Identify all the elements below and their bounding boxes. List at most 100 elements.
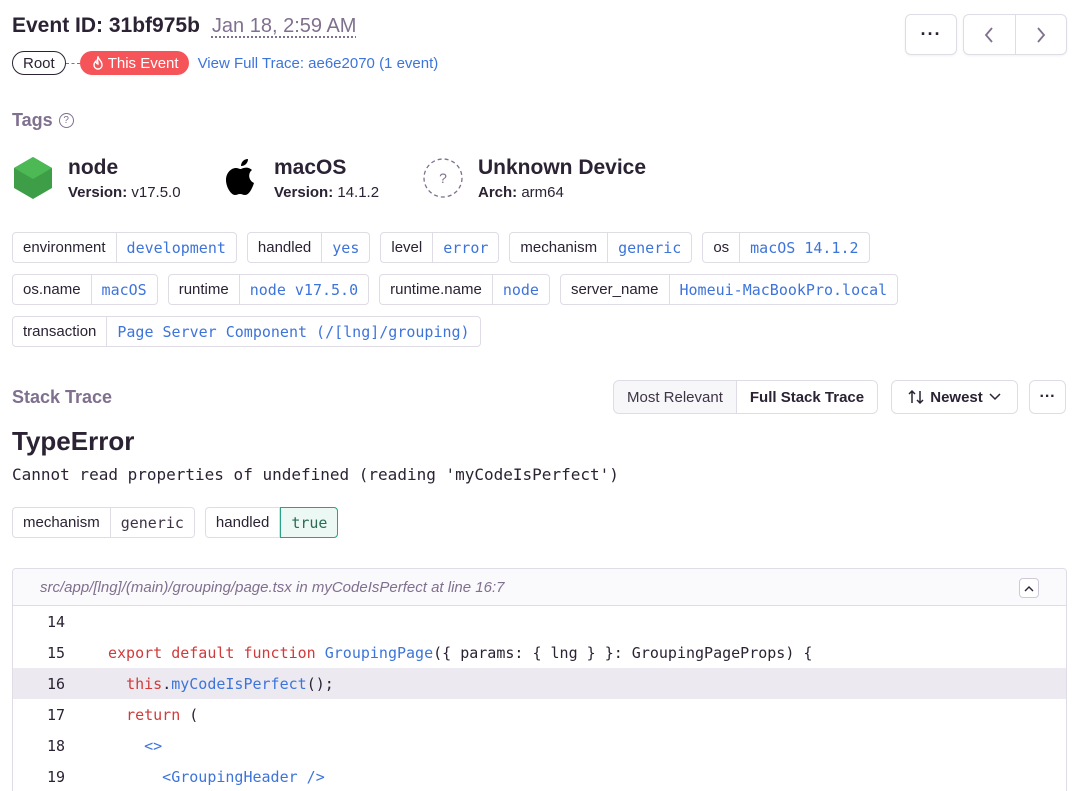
tag-server-name[interactable]: server_name Homeui-MacBookPro.local bbox=[559, 274, 899, 305]
event-nav bbox=[963, 14, 1067, 55]
tag-value: generic bbox=[120, 513, 184, 532]
context-os-sub-val: 14.1.2 bbox=[337, 183, 380, 201]
handled-tag[interactable]: handled true bbox=[204, 507, 339, 538]
stack-view-toggle: Most Relevant Full Stack Trace bbox=[613, 380, 879, 414]
tag-handled[interactable]: handled yes bbox=[246, 232, 371, 263]
code-line: 16 this. myCodeIsPerfect (); bbox=[13, 668, 1066, 699]
code-line: 17 return ( bbox=[13, 699, 1066, 730]
error-type: TypeError bbox=[12, 426, 135, 456]
tags-title-text: Tags bbox=[12, 110, 53, 130]
tag-value[interactable]: generic bbox=[608, 233, 691, 262]
code-token: (); bbox=[306, 674, 334, 693]
mechanism-tag[interactable]: mechanism generic bbox=[12, 507, 195, 538]
full-stack-trace-tab[interactable]: Full Stack Trace bbox=[735, 381, 878, 413]
frame-header[interactable]: src/app/[lng]/(main)/grouping/page.tsx i… bbox=[13, 569, 1066, 606]
tag-key: server_name bbox=[561, 275, 670, 304]
stack-more-button[interactable]: ··· bbox=[1029, 380, 1066, 414]
next-event-button[interactable] bbox=[1014, 15, 1066, 54]
tag-value[interactable]: node bbox=[493, 275, 549, 304]
tag-key: mechanism bbox=[510, 233, 609, 262]
tag-value[interactable]: node v17.5.0 bbox=[240, 275, 368, 304]
tag-key: environment bbox=[13, 233, 117, 262]
code-token: . bbox=[162, 674, 172, 693]
tag-value[interactable]: yes bbox=[322, 233, 369, 262]
tag-runtime-name[interactable]: runtime.name node bbox=[379, 274, 550, 305]
context-device: ? Unknown Device Arch: arm64 bbox=[422, 155, 646, 201]
context-node-name: node bbox=[68, 155, 119, 179]
tag-value[interactable]: development bbox=[117, 233, 236, 262]
tags-section-title: Tags ? bbox=[12, 110, 74, 131]
code-context: 14 15 export default function GroupingPage… bbox=[13, 606, 1066, 791]
previous-event-button[interactable] bbox=[964, 15, 1015, 54]
tag-runtime[interactable]: runtime node v17.5.0 bbox=[167, 274, 370, 305]
this-event-pill[interactable]: This Event bbox=[79, 51, 189, 75]
code-line: 14 bbox=[13, 606, 1066, 637]
error-message: Cannot read properties of undefined (rea… bbox=[12, 465, 619, 484]
tag-value[interactable]: macOS 14.1.2 bbox=[740, 233, 868, 262]
tag-value[interactable]: Page Server Component (/[lng]/grouping) bbox=[107, 317, 479, 346]
tag-key: os.name bbox=[13, 275, 92, 304]
sort-order-button[interactable]: Newest bbox=[891, 380, 1018, 414]
svg-text:?: ? bbox=[439, 170, 447, 186]
tag-key: transaction bbox=[13, 317, 108, 346]
code-token: ( bbox=[180, 705, 199, 724]
trace-connector bbox=[65, 62, 80, 64]
tag-value[interactable]: Homeui-MacBookPro.local bbox=[670, 275, 898, 304]
tag-key: level bbox=[381, 233, 434, 262]
code-line: 15 export default function GroupingPage({… bbox=[13, 637, 1066, 668]
unknown-device-icon: ? bbox=[423, 158, 463, 198]
collapse-frame-button[interactable] bbox=[1019, 578, 1039, 598]
tag-row: environment development handled yes level err… bbox=[12, 232, 1062, 263]
help-icon[interactable]: ? bbox=[58, 113, 74, 128]
tag-value[interactable]: error bbox=[433, 233, 498, 262]
more-actions-button[interactable]: ··· bbox=[905, 14, 957, 55]
sort-arrows-icon bbox=[908, 389, 924, 405]
context-node: node Version: v17.5.0 bbox=[12, 155, 222, 201]
code-token: myCodeIsPerfect bbox=[171, 674, 307, 693]
nodejs-icon bbox=[14, 157, 52, 199]
context-summary: node Version: v17.5.0 macOS Version: 14.… bbox=[12, 155, 646, 201]
root-pill[interactable]: Root bbox=[12, 51, 66, 75]
most-relevant-tab[interactable]: Most Relevant bbox=[614, 381, 736, 413]
frame-line: 16:7 bbox=[475, 578, 505, 596]
code-token: ({ params: { lng } }: GroupingPageProps)… bbox=[433, 643, 813, 662]
frame-file: src/app/[lng]/(main)/grouping/page.tsx bbox=[40, 578, 292, 596]
code-token: export default function bbox=[108, 643, 325, 662]
apple-icon bbox=[226, 159, 254, 195]
tag-key: runtime.name bbox=[380, 275, 493, 304]
context-os: macOS Version: 14.1.2 bbox=[222, 155, 422, 201]
frame-at-label: at line bbox=[431, 578, 472, 596]
line-number: 15 bbox=[47, 643, 66, 662]
frame-in-label: in bbox=[295, 578, 308, 596]
line-number: 14 bbox=[47, 612, 66, 631]
tag-key: runtime bbox=[169, 275, 240, 304]
stack-trace-title: Stack Trace bbox=[12, 387, 113, 407]
event-date[interactable]: Jan 18, 2:59 AM bbox=[212, 15, 357, 38]
tag-os-name[interactable]: os.name macOS bbox=[12, 274, 158, 305]
tag-os[interactable]: os macOS 14.1.2 bbox=[702, 232, 870, 263]
line-number: 19 bbox=[47, 767, 66, 786]
code-token: this bbox=[126, 674, 163, 693]
chevron-left-icon bbox=[985, 26, 994, 43]
stack-frame: src/app/[lng]/(main)/grouping/page.tsx i… bbox=[12, 568, 1067, 791]
trace-row: Root This Event View Full Trace: ae6e207… bbox=[12, 51, 438, 75]
code-token: GroupingPage bbox=[324, 643, 434, 662]
tag-transaction[interactable]: transaction Page Server Component (/[lng]… bbox=[12, 316, 481, 347]
chevron-right-icon bbox=[1037, 26, 1046, 43]
context-device-sub-val: arm64 bbox=[521, 183, 564, 201]
context-node-sub-key: Version: bbox=[68, 183, 128, 201]
tag-value[interactable]: macOS bbox=[92, 275, 157, 304]
tag-level[interactable]: level error bbox=[380, 232, 500, 263]
fire-icon bbox=[92, 56, 103, 70]
line-number: 16 bbox=[47, 674, 66, 693]
context-device-sub-key: Arch: bbox=[478, 183, 518, 201]
tag-list: environment development handled yes level err… bbox=[12, 232, 1062, 358]
sort-order-label: Newest bbox=[930, 388, 983, 406]
code-line: 18 <> bbox=[13, 730, 1066, 761]
tag-environment[interactable]: environment development bbox=[12, 232, 237, 263]
mechanism-tags: mechanism generic handled true bbox=[12, 507, 339, 538]
view-full-trace-link[interactable]: View Full Trace: ae6e2070 (1 event) bbox=[198, 55, 439, 72]
tag-mechanism[interactable]: mechanism generic bbox=[509, 232, 693, 263]
